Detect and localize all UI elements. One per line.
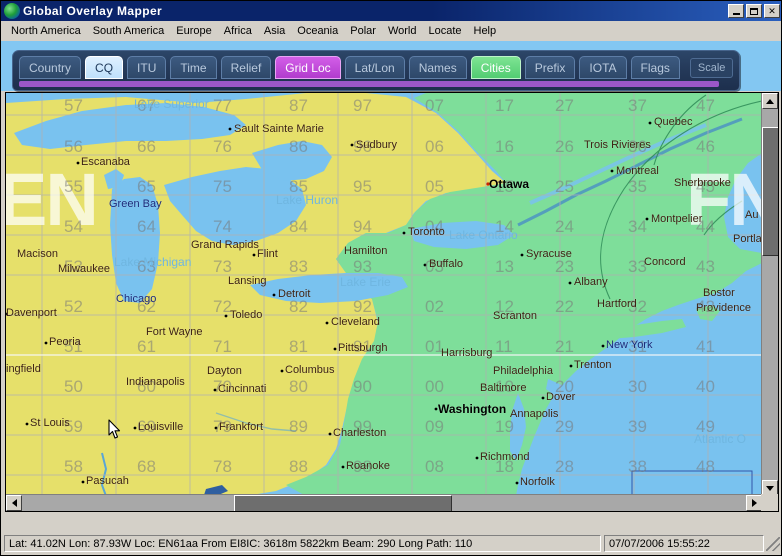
vertical-scroll-thumb[interactable] bbox=[762, 127, 778, 256]
scale-button[interactable]: Scale bbox=[689, 58, 734, 78]
scroll-right-button[interactable] bbox=[746, 495, 762, 511]
horizontal-scroll-thumb[interactable] bbox=[234, 495, 452, 511]
maximize-button[interactable] bbox=[746, 4, 762, 18]
status-bar: Lat: 41.02N Lon: 87.93W Loc: EN61aa From… bbox=[1, 533, 781, 555]
toolbar-area: Country CQ ITU Time Relief Grid Loc Lat/Lon Nam… bbox=[1, 41, 781, 91]
chevron-left-icon bbox=[11, 499, 17, 507]
window-title: Global Overlay Mapper bbox=[23, 4, 163, 18]
window-controls: ✕ bbox=[728, 4, 781, 18]
scroll-up-button[interactable] bbox=[762, 93, 778, 109]
tab-relief[interactable]: Relief bbox=[220, 56, 272, 79]
menu-item-north-america[interactable]: North America bbox=[5, 23, 87, 39]
tab-time[interactable]: Time bbox=[170, 56, 217, 79]
map-viewport[interactable]: ENFN 57677787970717273747566676869606162… bbox=[6, 93, 762, 496]
tab-country[interactable]: Country bbox=[19, 56, 82, 79]
chevron-right-icon bbox=[751, 499, 757, 507]
menu-item-africa[interactable]: Africa bbox=[218, 23, 258, 39]
menu-item-asia[interactable]: Asia bbox=[258, 23, 291, 39]
map-frame: ENFN 57677787970717273747566676869606162… bbox=[5, 92, 779, 512]
minimize-button[interactable] bbox=[728, 4, 744, 18]
tab-itu[interactable]: ITU bbox=[127, 56, 167, 79]
globe-icon bbox=[4, 3, 20, 19]
menu-item-polar[interactable]: Polar bbox=[344, 23, 382, 39]
chevron-down-icon bbox=[766, 485, 774, 491]
tab-cities[interactable]: Cities bbox=[470, 56, 521, 79]
status-datetime: 07/07/2006 15:55:22 bbox=[604, 535, 764, 552]
scroll-left-button[interactable] bbox=[6, 495, 22, 511]
menu-item-south-america[interactable]: South America bbox=[87, 23, 171, 39]
menu-item-world[interactable]: World bbox=[382, 23, 423, 39]
tab-names[interactable]: Names bbox=[408, 56, 467, 79]
scrollbar-corner bbox=[761, 494, 778, 511]
map-canvas[interactable]: ENFN 57677787970717273747566676869606162… bbox=[6, 93, 761, 496]
map-graphic bbox=[6, 93, 761, 496]
tab-prefix[interactable]: Prefix bbox=[524, 56, 576, 79]
close-icon: ✕ bbox=[768, 5, 776, 16]
menu-item-locate[interactable]: Locate bbox=[422, 23, 467, 39]
close-button[interactable]: ✕ bbox=[764, 4, 780, 18]
status-coordinates: Lat: 41.02N Lon: 87.93W Loc: EN61aa From… bbox=[4, 535, 601, 552]
chevron-up-icon bbox=[766, 98, 774, 104]
tab-flags[interactable]: Flags bbox=[630, 56, 680, 79]
tab-cq[interactable]: CQ bbox=[85, 56, 124, 79]
menu-item-help[interactable]: Help bbox=[468, 23, 503, 39]
tab-iota[interactable]: IOTA bbox=[579, 56, 627, 79]
resize-grip-icon[interactable] bbox=[766, 536, 780, 551]
title-bar: Global Overlay Mapper ✕ bbox=[1, 1, 781, 21]
application-window: Global Overlay Mapper ✕ North America Sou… bbox=[0, 0, 782, 556]
tab-grid-loc[interactable]: Grid Loc bbox=[275, 56, 341, 79]
menu-bar: North America South America Europe Africa As… bbox=[1, 21, 781, 41]
tab-lat-lon[interactable]: Lat/Lon bbox=[344, 56, 405, 79]
map-horizontal-scrollbar[interactable] bbox=[6, 494, 762, 511]
menu-item-oceania[interactable]: Oceania bbox=[291, 23, 344, 39]
map-vertical-scrollbar[interactable] bbox=[761, 93, 778, 496]
menu-item-europe[interactable]: Europe bbox=[170, 23, 217, 39]
overlay-tab-toolbar: Country CQ ITU Time Relief Grid Loc Lat/Lon Nam… bbox=[12, 50, 740, 91]
maximize-icon bbox=[750, 7, 758, 15]
minimize-icon bbox=[732, 12, 740, 15]
